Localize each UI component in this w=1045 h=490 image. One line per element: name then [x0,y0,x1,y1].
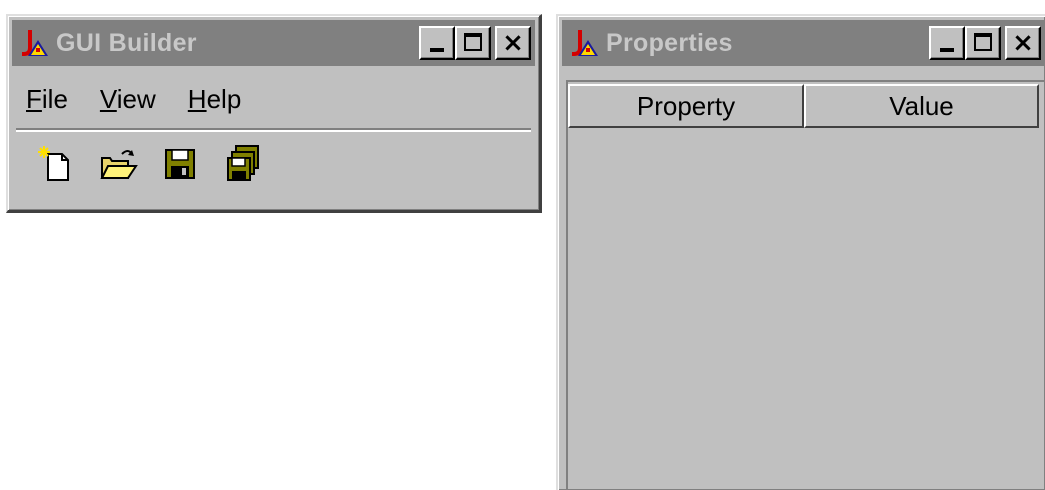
open-folder-icon [100,150,138,179]
new-file-button[interactable] [36,144,76,184]
properties-window: Properties × Property Value [556,14,1045,490]
maximize-icon [464,33,482,51]
column-header-value[interactable]: Value [804,84,1039,128]
minimize-button[interactable] [929,26,965,60]
save-all-button[interactable] [222,144,262,184]
toolbar [36,144,284,184]
maximize-button[interactable] [455,26,491,60]
new-file-icon [38,146,69,181]
save-all-icon [227,145,259,181]
open-folder-button[interactable] [98,144,138,184]
window-title: Properties [606,28,733,57]
column-header-property[interactable]: Property [568,84,804,128]
title-bar[interactable]: Properties × [562,20,1045,66]
gui-builder-window: GUI Builder × File View Help [6,14,542,213]
property-table-header: Property Value [568,84,1039,128]
title-bar[interactable]: GUI Builder × [12,20,535,66]
window-title: GUI Builder [56,28,197,57]
maximize-button[interactable] [965,26,1001,60]
save-icon [165,149,195,179]
menu-file[interactable]: File [26,84,68,115]
close-button[interactable]: × [495,26,531,60]
minimize-button[interactable] [419,26,455,60]
close-icon: × [1012,28,1034,58]
menu-view[interactable]: View [100,84,156,115]
menu-separator [16,128,531,132]
minimize-icon [940,48,954,52]
java-icon [568,26,602,60]
close-icon: × [502,28,524,58]
save-button[interactable] [160,144,200,184]
menu-bar: File View Help [26,84,273,115]
property-table-body[interactable] [566,80,1045,490]
java-icon [18,26,52,60]
menu-help[interactable]: Help [188,84,241,115]
close-button[interactable]: × [1005,26,1041,60]
maximize-icon [974,33,992,51]
minimize-icon [430,48,444,52]
